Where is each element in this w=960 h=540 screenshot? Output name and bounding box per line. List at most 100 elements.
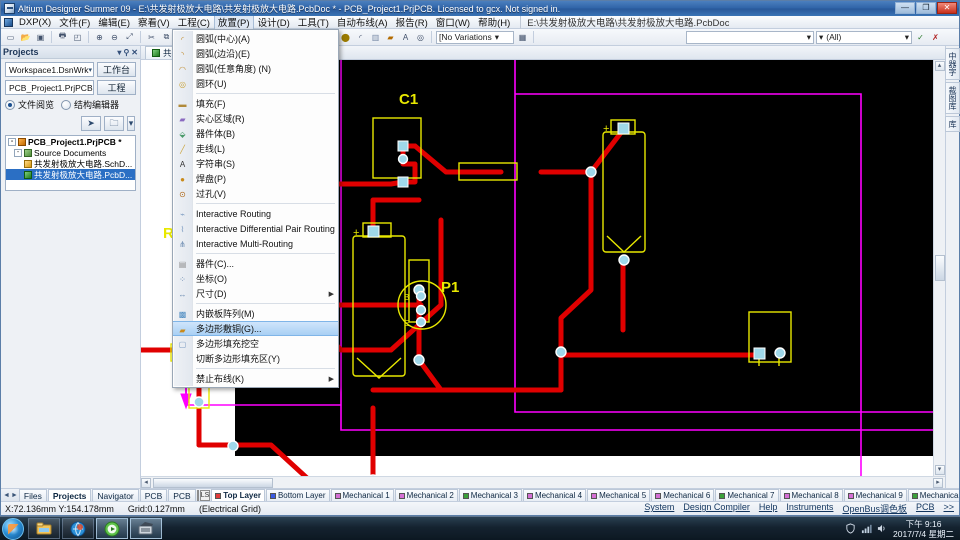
dropdown-icon[interactable]: ▾ bbox=[117, 48, 121, 57]
layer-tab-mechanical-9[interactable]: Mechanical 9 bbox=[843, 489, 907, 501]
status-design-compiler-button[interactable]: Design Compiler bbox=[683, 502, 750, 515]
menu-help[interactable]: 帮助(H) bbox=[474, 14, 514, 30]
scroll-down-button[interactable]: ▾ bbox=[934, 465, 945, 475]
menu-item-string[interactable]: A 字符串(S) bbox=[173, 156, 338, 171]
layer-tab-mechanical-4[interactable]: Mechanical 4 bbox=[522, 489, 587, 501]
horizontal-scrollbar[interactable]: ◂ ▸ bbox=[141, 476, 945, 488]
save-icon[interactable]: ▣ bbox=[34, 31, 47, 44]
via-icon[interactable]: ⬤ bbox=[339, 31, 352, 44]
menu-item-pad[interactable]: ● 焊盘(P) bbox=[173, 171, 338, 186]
strip-next-button[interactable]: ► bbox=[11, 492, 18, 499]
expand-icon[interactable]: - bbox=[14, 148, 22, 157]
layer-tab-bottom-layer[interactable]: Bottom Layer bbox=[265, 489, 330, 501]
maximize-button[interactable]: ❐ bbox=[916, 2, 936, 14]
variations-combo[interactable]: [No Variations ▾ bbox=[436, 30, 514, 44]
layer-tab-mechanical-10[interactable]: Mechanical 10 bbox=[907, 489, 959, 501]
scroll-thumb[interactable] bbox=[934, 255, 945, 281]
menu-view[interactable]: 察看(V) bbox=[134, 14, 174, 30]
volume-icon[interactable] bbox=[877, 523, 888, 534]
menu-item-fill[interactable]: ▬ 填充(F) bbox=[173, 96, 338, 111]
right-tab-1[interactable]: 裁图库 bbox=[945, 82, 960, 114]
menu-autoroute[interactable]: 自动布线(A) bbox=[333, 14, 392, 30]
menu-item-slice-polygon-pour[interactable]: 切断多边形填充区(Y) bbox=[173, 351, 338, 366]
menu-file[interactable]: 文件(F) bbox=[55, 14, 94, 30]
right-tab-2[interactable]: 库 bbox=[945, 116, 960, 132]
network-icon[interactable] bbox=[861, 523, 872, 534]
menu-item-component-body[interactable]: ⬙ 器件体(B) bbox=[173, 126, 338, 141]
layer-tab-mechanical-7[interactable]: Mechanical 7 bbox=[715, 489, 779, 501]
menu-reports[interactable]: 报告(R) bbox=[392, 14, 432, 30]
menu-item-multi-routing[interactable]: ⋔ Interactive Multi-Routing bbox=[173, 236, 338, 251]
scroll-up-button[interactable]: ▴ bbox=[934, 61, 945, 71]
menu-item-arc-edge[interactable]: ◝ 圆弧(边沿)(E) bbox=[173, 46, 338, 61]
menu-item-solid-region[interactable]: ▰ 实心区域(R) bbox=[173, 111, 338, 126]
menu-item-polygon-pour[interactable]: ▰ 多边形敷铜(G)... bbox=[173, 321, 338, 336]
workspace-button[interactable]: 工作台 bbox=[96, 62, 136, 77]
menu-bar[interactable]: DXP(X) 文件(F) 编辑(E) 察看(V) 工程(C) 放置(P) 设计(… bbox=[1, 14, 959, 30]
open-icon[interactable]: 📂 bbox=[19, 31, 32, 44]
filter-scope-combo[interactable]: ▾ bbox=[686, 30, 814, 44]
chevron-down-icon[interactable]: ▾ bbox=[127, 116, 135, 131]
layer-tab-mechanical-2[interactable]: Mechanical 2 bbox=[394, 489, 458, 501]
pointer-icon[interactable]: ➤ bbox=[81, 116, 101, 131]
menu-item-via[interactable]: ⊙ 过孔(V) bbox=[173, 186, 338, 201]
menu-design[interactable]: 设计(D) bbox=[254, 14, 294, 30]
menu-item-arc-center[interactable]: ◜ 圆弧(中心)(A) bbox=[173, 31, 338, 46]
fill-icon[interactable]: ▥ bbox=[369, 31, 382, 44]
scroll-left-button[interactable]: ◂ bbox=[141, 477, 151, 488]
panel-tab-navigator[interactable]: Navigator bbox=[92, 489, 139, 501]
tree-node-schematic[interactable]: 共发射极放大电路.SchD... bbox=[6, 158, 135, 169]
layer-tab-mechanical-3[interactable]: Mechanical 3 bbox=[458, 489, 522, 501]
chevron-down-icon[interactable]: ▾ bbox=[905, 32, 909, 43]
menu-item-keepout[interactable]: 禁止布线(K) ▶ bbox=[173, 371, 338, 386]
status-system-button[interactable]: System bbox=[644, 502, 674, 515]
status-pcb-button[interactable]: PCB bbox=[916, 502, 935, 515]
string-icon[interactable]: A bbox=[399, 31, 412, 44]
layer-tab-mechanical-6[interactable]: Mechanical 6 bbox=[651, 489, 715, 501]
projects-toolbar[interactable]: ➤ 🗀 ▾ bbox=[1, 114, 140, 133]
filter-clear-icon[interactable]: ✗ bbox=[929, 31, 942, 44]
vertical-scrollbar[interactable]: ▴ ▾ bbox=[933, 60, 945, 476]
menu-item-diff-pair-routing[interactable]: ⌇ Interactive Differential Pair Routing bbox=[173, 221, 338, 236]
layer-tab-strip[interactable]: ◄ ► Files Projects Navigator PCB PCB LS … bbox=[1, 488, 959, 501]
target-icon[interactable]: ◎ bbox=[414, 31, 427, 44]
arc-icon[interactable]: ◜ bbox=[354, 31, 367, 44]
menu-item-polygon-cutout[interactable]: ▢ 多边形填充挖空 bbox=[173, 336, 338, 351]
polygon-icon[interactable]: ▰ bbox=[384, 31, 397, 44]
security-icon[interactable] bbox=[845, 523, 856, 534]
status-instruments-button[interactable]: Instruments bbox=[786, 502, 833, 515]
menu-item-ring[interactable]: ◎ 圆环(U) bbox=[173, 76, 338, 91]
main-toolbar[interactable]: ▭ 📂 ▣ 🖶 ◰ ⊕ ⊖ ⤢ ✂ ⧉ ▤ ↺ ↻ ⬚ ✥ ▾ ⌁ ⌐ ⌀ ● … bbox=[1, 29, 959, 46]
scroll-thumb-horizontal[interactable] bbox=[153, 477, 273, 488]
panel-tab-files[interactable]: Files bbox=[18, 489, 47, 501]
close-button[interactable]: ✕ bbox=[937, 2, 957, 14]
filter-all-combo[interactable]: ▾ (All) ▾ bbox=[816, 30, 912, 44]
taskbar-clock[interactable]: 下午 9:16 2017/7/4 星期二 bbox=[893, 519, 954, 539]
workspace-combo[interactable]: Workspace1.DsnWrk ▾ bbox=[5, 62, 94, 77]
chevron-down-icon[interactable]: ▾ bbox=[89, 66, 93, 74]
active-layer-color-swatch[interactable] bbox=[196, 489, 199, 501]
system-tray[interactable]: 下午 9:16 2017/7/4 星期二 bbox=[845, 519, 958, 539]
zoom-out-icon[interactable]: ⊖ bbox=[108, 31, 121, 44]
layer-tab-mechanical-1[interactable]: Mechanical 1 bbox=[330, 489, 394, 501]
taskbar-explorer[interactable] bbox=[28, 518, 60, 539]
menu-item-line[interactable]: ╱ 走线(L) bbox=[173, 141, 338, 156]
taskbar-browser[interactable] bbox=[62, 518, 94, 539]
view-mode-radios[interactable]: 文件阅览 结构编辑器 bbox=[1, 95, 140, 114]
menu-edit[interactable]: 编辑(E) bbox=[94, 14, 134, 30]
pin-icon[interactable]: ⚲ bbox=[123, 48, 129, 57]
tree-node-source-documents[interactable]: - Source Documents bbox=[6, 147, 135, 158]
menu-window[interactable]: 窗口(W) bbox=[432, 14, 474, 30]
right-tab-0[interactable]: 中器字 bbox=[945, 48, 960, 80]
menu-item-embedded-board-array[interactable]: ▩ 内嵌板阵列(M) bbox=[173, 306, 338, 321]
tree-node-project[interactable]: - PCB_Project1.PrjPCB * bbox=[6, 136, 135, 147]
start-button[interactable] bbox=[2, 517, 24, 540]
place-dropdown-menu[interactable]: ◜ 圆弧(中心)(A) ◝ 圆弧(边沿)(E) ◠ 圆弧(任意角度) (N) ◎… bbox=[172, 29, 339, 388]
menu-item-dimension[interactable]: ↔ 尺寸(D) ▶ bbox=[173, 286, 338, 301]
zoom-fit-icon[interactable]: ⤢ bbox=[123, 31, 136, 44]
menu-place[interactable]: 放置(P) bbox=[213, 14, 254, 30]
chevron-down-icon[interactable]: ▾ bbox=[495, 32, 499, 43]
expand-icon[interactable]: - bbox=[8, 137, 16, 146]
preview-icon[interactable]: ◰ bbox=[71, 31, 84, 44]
open-folder-icon[interactable]: 🗀 bbox=[104, 116, 124, 131]
